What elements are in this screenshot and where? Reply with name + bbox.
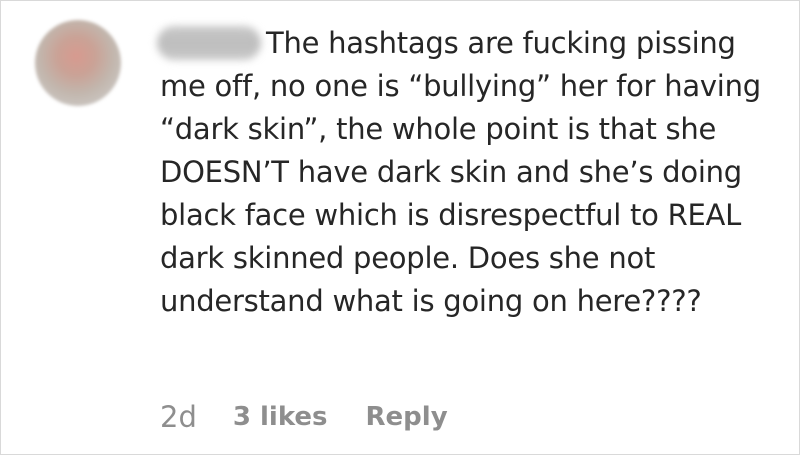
comment-body: The hashtags are fucking pissing me off,… (160, 22, 780, 323)
comment-meta: 2d 3 likes Reply (160, 397, 448, 437)
avatar[interactable] (35, 20, 121, 106)
likes-count[interactable]: 3 likes (233, 402, 328, 432)
comment-card: The hashtags are fucking pissing me off,… (0, 0, 800, 455)
comment-text: The hashtags are fucking pissing me off,… (160, 26, 761, 318)
reply-button[interactable]: Reply (366, 402, 448, 432)
comment-timestamp[interactable]: 2d (160, 400, 197, 434)
